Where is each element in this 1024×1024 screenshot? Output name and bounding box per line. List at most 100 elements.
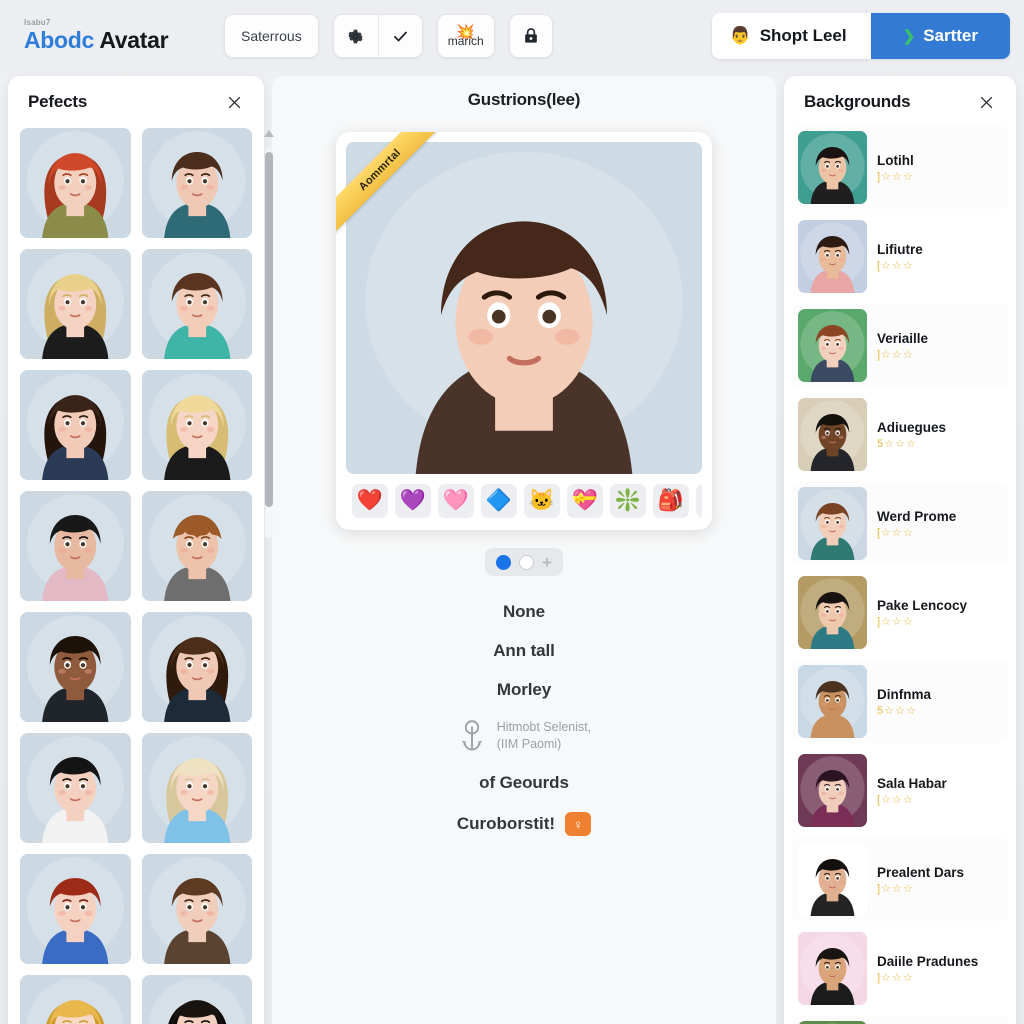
background-list-item[interactable]: Lifiutre [☆☆☆	[792, 215, 1008, 298]
avatar-preview-image[interactable]	[346, 142, 702, 474]
background-meta: Dinfnma 5☆☆☆	[877, 687, 1002, 717]
avatar-preview-card[interactable]: Aommrtal ❤️ 💜 🩷 🔷 🐱 💝 ❇️ 🎒	[336, 132, 712, 530]
account-button[interactable]: 👨 Shopt Leel	[711, 13, 871, 59]
center-text-stack: None Ann tall Morley Hitmobt Selenist, (…	[272, 602, 776, 836]
background-thumbnail	[798, 220, 867, 293]
pefects-thumb[interactable]	[141, 733, 252, 843]
background-thumbnail	[798, 754, 867, 827]
background-thumbnail	[798, 843, 867, 916]
background-rating: 5☆☆☆	[877, 704, 917, 717]
yellow-face-emoji[interactable]: 🐱	[524, 484, 560, 518]
background-list-item[interactable]: Prealent Dars]☆☆☆	[792, 838, 1008, 921]
pefects-thumb[interactable]	[20, 249, 131, 359]
header-toolbar: Saterrous 💥 marich	[224, 14, 553, 58]
center-subtitle-line-1: Hitmobt Selenist,	[496, 720, 592, 734]
lock-button[interactable]	[508, 14, 553, 58]
pefects-thumb[interactable]	[141, 370, 252, 480]
background-meta: Lifiutre [☆☆☆	[877, 242, 1002, 272]
page-dot-idle[interactable]	[519, 554, 535, 570]
center-line-5: Curoborstit!	[456, 814, 556, 833]
sparkle-emoji[interactable]: ❇️	[610, 484, 646, 518]
blue-diamond-emoji[interactable]: 🔷	[481, 484, 517, 518]
marich-button[interactable]: 💥 marich	[436, 14, 495, 58]
pefects-thumb[interactable]	[20, 128, 131, 238]
check-icon	[393, 31, 407, 41]
center-panel: Gustrions(lee) Aommrtal ❤️ 💜 🩷 🔷 🐱 💝 ❇️ 🎒 + Non…	[272, 76, 776, 1024]
left-panel-scrollbar[interactable]	[262, 130, 276, 540]
settings-segmented-group	[332, 14, 423, 58]
pefects-thumb[interactable]	[20, 370, 131, 480]
pefects-panel-header: Pefects	[8, 76, 264, 124]
emoji-overflow[interactable]	[696, 484, 702, 518]
pefects-thumb[interactable]	[20, 975, 131, 1024]
center-line-5-row: Curoborstit! ♀	[456, 812, 592, 836]
pefects-thumb[interactable]	[20, 612, 131, 722]
saterrous-label: Saterrous	[241, 28, 302, 44]
background-thumbnail	[798, 398, 867, 471]
sartter-button[interactable]: ❯ Sartter	[870, 13, 1010, 59]
background-list-item[interactable]	[792, 1016, 1008, 1024]
background-list-item[interactable]: Werd Prome [☆☆☆	[792, 482, 1008, 565]
red-heart-emoji[interactable]: ❤️	[352, 484, 388, 518]
saterrous-button[interactable]: Saterrous	[224, 14, 319, 58]
center-title: Gustrions(lee)	[467, 90, 581, 109]
background-rating: ]☆☆☆	[877, 170, 914, 183]
background-meta: Pake Lencocy]☆☆☆	[877, 598, 1002, 628]
pefects-thumb[interactable]	[141, 128, 252, 238]
background-thumbnail	[798, 932, 867, 1005]
center-subtitle-block: Hitmobt Selenist, (IIM Paomi)	[272, 719, 776, 753]
pefects-thumb[interactable]	[141, 854, 252, 964]
pink-heart-emoji[interactable]: 🩷	[438, 484, 474, 518]
pefects-thumb[interactable]	[20, 491, 131, 601]
background-thumbnail	[798, 131, 867, 204]
background-list-item[interactable]: Daiile Pradunes]☆☆☆	[792, 927, 1008, 1010]
anchor-icon	[461, 720, 482, 751]
account-label: Shopt Leel	[759, 26, 847, 45]
pefects-panel: Pefects	[8, 76, 264, 1024]
background-list-item[interactable]: Sala Habar [☆☆☆	[792, 749, 1008, 832]
backgrounds-close-button[interactable]	[974, 90, 998, 114]
background-list-item[interactable]: Veriaille]☆☆☆	[792, 304, 1008, 387]
background-thumbnail	[798, 665, 867, 738]
pefects-thumb[interactable]	[141, 612, 252, 722]
background-rating: ]☆☆☆	[877, 971, 914, 984]
heart-with-ribbon-emoji[interactable]: 💝	[567, 484, 603, 518]
brand-logo: Isabu7 Abodc Avatar	[14, 18, 224, 54]
pefects-thumb[interactable]	[141, 249, 252, 359]
header-right: 👨 Shopt Leel ❯ Sartter	[711, 13, 1010, 59]
close-icon	[228, 96, 240, 108]
backgrounds-panel-header: Backgrounds	[784, 76, 1016, 124]
brand-kicker: Isabu7	[24, 18, 51, 27]
background-rating: [☆☆☆	[877, 793, 914, 806]
background-meta: Werd Prome [☆☆☆	[877, 509, 1002, 539]
pefects-thumb[interactable]	[141, 491, 252, 601]
center-subtitle-line-2: (IIM Paomi)	[496, 737, 562, 751]
backpack-emoji[interactable]: 🎒	[653, 484, 689, 518]
scrollbar-thumb[interactable]	[265, 152, 273, 507]
pefects-title: Pefects	[28, 92, 88, 111]
pefects-thumb[interactable]	[20, 733, 131, 843]
background-rating: ]☆☆☆	[877, 615, 914, 628]
background-list-item[interactable]: Dinfnma 5☆☆☆	[792, 660, 1008, 743]
center-line-1: None	[502, 602, 546, 621]
confirm-check-button[interactable]	[377, 15, 422, 57]
pefects-thumb[interactable]	[20, 854, 131, 964]
background-list-item[interactable]: Pake Lencocy]☆☆☆	[792, 571, 1008, 654]
background-name: Veriaille	[877, 330, 929, 346]
gear-button[interactable]	[334, 15, 378, 57]
pefects-thumb[interactable]	[141, 975, 252, 1024]
background-rating: [☆☆☆	[877, 526, 914, 539]
pefects-grid	[8, 124, 264, 1024]
background-meta: Veriaille]☆☆☆	[877, 331, 1002, 361]
purple-heart-emoji[interactable]: 💜	[395, 484, 431, 518]
background-list-item[interactable]: Adiuegues 5☆☆☆	[792, 393, 1008, 476]
background-list-item[interactable]: Lotihl]☆☆☆	[792, 126, 1008, 209]
idea-badge-icon[interactable]: ♀	[565, 812, 592, 836]
app-header: Isabu7 Abodc Avatar Saterrous 💥 marich 👨…	[0, 0, 1024, 72]
background-thumbnail	[798, 576, 867, 649]
add-page-button[interactable]: +	[542, 554, 552, 571]
page-dot-active[interactable]	[496, 554, 512, 570]
marich-label: marich	[447, 33, 484, 48]
pefects-close-button[interactable]	[222, 90, 246, 114]
scroll-up-arrow-icon[interactable]	[264, 130, 274, 137]
